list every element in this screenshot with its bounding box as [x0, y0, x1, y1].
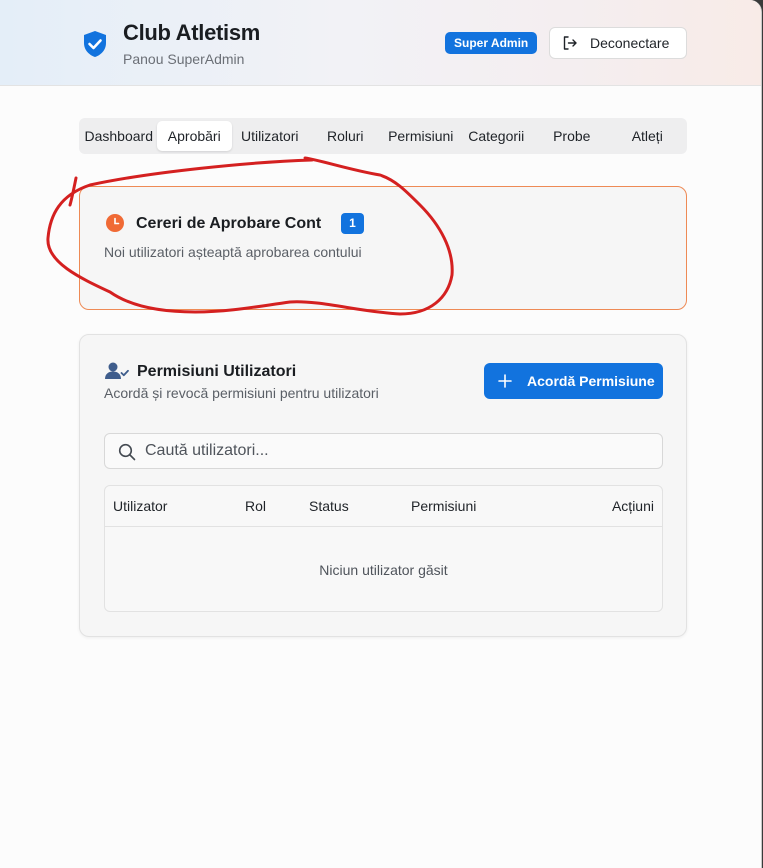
- column-utilizator[interactable]: Utilizator: [113, 498, 167, 514]
- user-search: [104, 433, 663, 469]
- column-rol[interactable]: Rol: [245, 498, 266, 514]
- empty-state-message: Niciun utilizator găsit: [319, 562, 448, 578]
- column-permisiuni[interactable]: Permisiuni: [411, 498, 476, 514]
- tab-utilizatori[interactable]: Utilizatori: [232, 121, 308, 151]
- user-check-icon: [105, 362, 129, 379]
- tab-roluri[interactable]: Roluri: [308, 121, 384, 151]
- approval-title: Cereri de Aprobare Cont: [136, 215, 322, 232]
- user-permissions-card: Permisiuni Utilizatori Acordă și revocă …: [79, 334, 687, 637]
- grant-permission-button[interactable]: Acordă Permisiune: [484, 363, 663, 399]
- main-tabs: Dashboard Aprobări Utilizatori Roluri Pe…: [79, 118, 687, 154]
- tab-categorii[interactable]: Categorii: [459, 121, 535, 151]
- app-header: Club Atletism Panou SuperAdmin Super Adm…: [0, 0, 761, 86]
- plus-icon: [498, 374, 512, 388]
- permissions-description: Acordă și revocă permisiuni pentru utili…: [104, 385, 379, 401]
- grant-permission-label: Acordă Permisiune: [527, 373, 655, 389]
- tab-aprobari[interactable]: Aprobări: [156, 121, 232, 151]
- approval-description: Noi utilizatori așteaptă aprobarea contu…: [104, 244, 362, 260]
- logout-icon: [563, 36, 577, 50]
- search-input[interactable]: [145, 434, 655, 468]
- clock-icon: [106, 214, 124, 232]
- approval-requests-card[interactable]: Cereri de Aprobare Cont 1 Noi utilizator…: [79, 186, 687, 310]
- tab-atleti[interactable]: Atleți: [610, 121, 686, 151]
- column-actiuni[interactable]: Acțiuni: [612, 498, 654, 514]
- tab-dashboard[interactable]: Dashboard: [81, 121, 157, 151]
- shield-check-icon: [84, 31, 106, 57]
- search-icon: [118, 443, 136, 461]
- pending-count-badge: 1: [341, 213, 364, 234]
- logout-button[interactable]: Deconectare: [549, 27, 687, 59]
- app-window: Club Atletism Panou SuperAdmin Super Adm…: [0, 0, 762, 868]
- role-badge: Super Admin: [445, 32, 538, 54]
- tab-permisiuni[interactable]: Permisiuni: [383, 121, 459, 151]
- column-status[interactable]: Status: [309, 498, 349, 514]
- app-subtitle: Panou SuperAdmin: [123, 51, 245, 67]
- app-title: Club Atletism: [123, 20, 261, 45]
- tab-probe[interactable]: Probe: [534, 121, 610, 151]
- users-table: Utilizator Rol Status Permisiuni Acțiuni…: [104, 485, 663, 612]
- logout-label: Deconectare: [590, 35, 670, 51]
- permissions-title: Permisiuni Utilizatori: [137, 363, 297, 380]
- table-header: Utilizator Rol Status Permisiuni Acțiuni: [105, 486, 662, 527]
